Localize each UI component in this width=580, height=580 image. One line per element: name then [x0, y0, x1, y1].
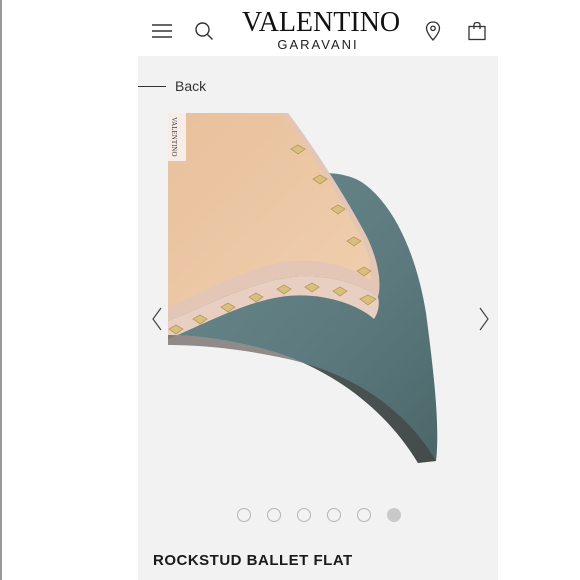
- gallery-dot[interactable]: [237, 508, 251, 522]
- back-line-icon: [138, 85, 166, 87]
- gallery-dot[interactable]: [357, 508, 371, 522]
- previous-image-button[interactable]: [147, 305, 167, 333]
- next-image-button[interactable]: [474, 305, 494, 333]
- search-button[interactable]: [191, 18, 217, 44]
- store-locator-button[interactable]: [420, 18, 446, 44]
- search-icon: [195, 22, 213, 40]
- brand-name: VALENTINO: [242, 7, 401, 38]
- hamburger-menu-icon: [152, 24, 172, 38]
- shoe-illustration: VALENTINO: [168, 113, 438, 463]
- gallery-dot[interactable]: [297, 508, 311, 522]
- brand-subname: GARAVANI: [277, 37, 359, 52]
- back-link[interactable]: Back: [138, 76, 206, 96]
- gallery-dot[interactable]: [327, 508, 341, 522]
- gallery-dot-active[interactable]: [387, 508, 401, 522]
- back-label: Back: [175, 78, 207, 94]
- shopping-bag-icon: [468, 21, 486, 41]
- chevron-right-icon: [479, 307, 489, 331]
- product-image[interactable]: VALENTINO: [168, 113, 468, 465]
- shoe-label-text: VALENTINO: [170, 117, 178, 157]
- location-pin-icon: [425, 21, 441, 41]
- chevron-left-icon: [152, 307, 162, 331]
- left-border: [0, 0, 2, 580]
- gallery-pagination: [237, 508, 401, 522]
- site-header: VALENTINO GARAVANI: [138, 0, 498, 56]
- shopping-bag-button[interactable]: [464, 18, 490, 44]
- menu-button[interactable]: [149, 18, 175, 44]
- brand-logo[interactable]: VALENTINO GARAVANI: [242, 7, 401, 52]
- product-title: ROCKSTUD BALLET FLAT: [153, 552, 353, 569]
- gallery-dot[interactable]: [267, 508, 281, 522]
